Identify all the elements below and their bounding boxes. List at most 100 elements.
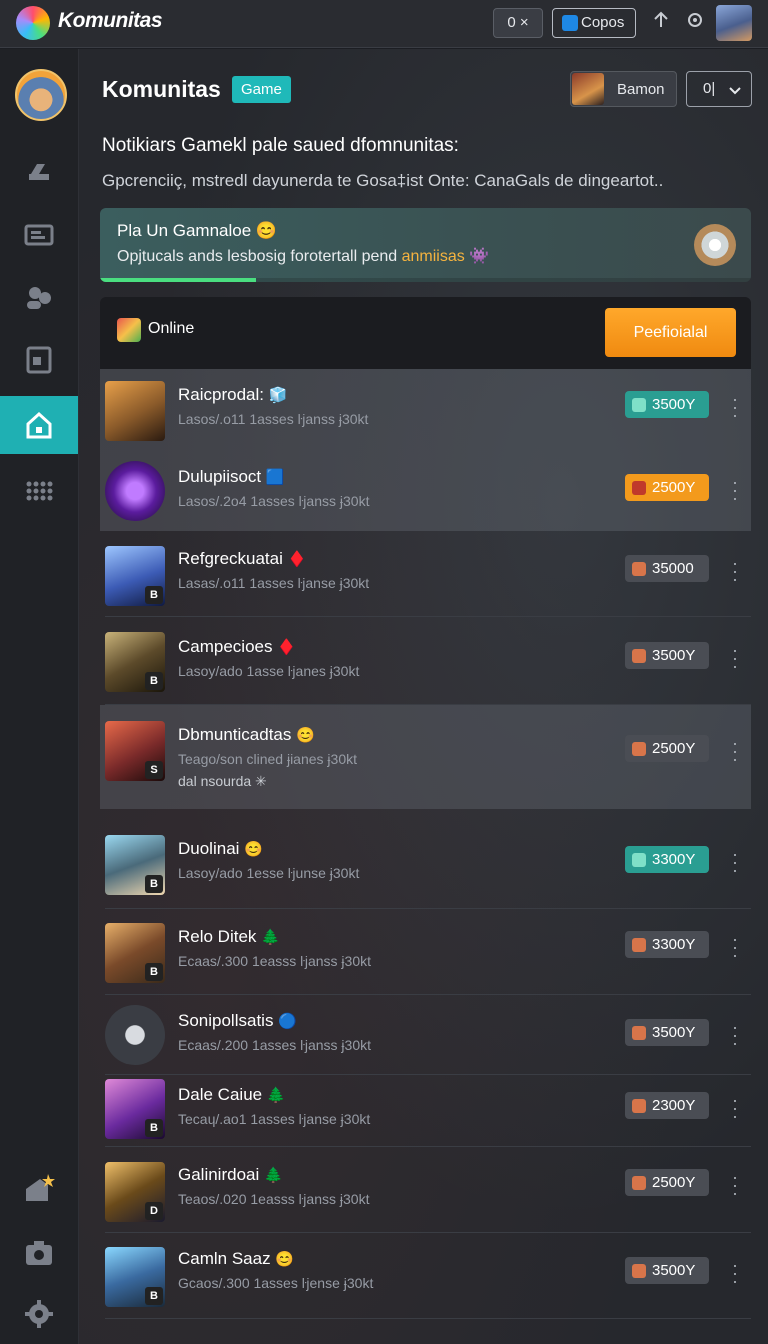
emoji-icon: 😊 bbox=[296, 727, 315, 744]
coin-icon bbox=[632, 562, 646, 576]
document-icon[interactable] bbox=[0, 331, 78, 389]
more-options-icon[interactable]: · · · bbox=[727, 641, 743, 675]
list-item[interactable]: D Galinirdoai 🌲 Teaos/.020 1easss ŀjanss… bbox=[100, 1147, 751, 1233]
grid-icon[interactable] bbox=[0, 461, 78, 519]
community-name: Sonipollsatis 🔵 bbox=[178, 1011, 297, 1030]
more-options-icon[interactable]: · · · bbox=[727, 554, 743, 588]
tools-icon[interactable] bbox=[0, 143, 78, 201]
community-thumbnail[interactable] bbox=[105, 381, 165, 441]
filter-select[interactable]: 0| bbox=[686, 71, 752, 107]
copos-button[interactable]: Copos bbox=[552, 8, 636, 38]
more-options-icon[interactable]: · · · bbox=[727, 845, 743, 879]
more-options-icon[interactable]: · · · bbox=[727, 473, 743, 507]
list-item[interactable]: S Dbmunticadtas 😊 Teago/son clined ɉiane… bbox=[100, 705, 751, 809]
list-item[interactable]: Sonipollsatis 🔵 Ecaas/.200 1asses ŀjanss… bbox=[100, 995, 751, 1075]
rank-badge: B bbox=[145, 963, 163, 981]
more-options-icon[interactable]: · · · bbox=[727, 1256, 743, 1290]
coin-icon bbox=[632, 481, 646, 495]
price-button[interactable]: 3500Y bbox=[625, 1019, 709, 1046]
more-options-icon[interactable]: · · · bbox=[727, 1018, 743, 1052]
community-name: Camln Saaz 😊 bbox=[178, 1249, 295, 1268]
upload-icon[interactable] bbox=[649, 10, 673, 34]
user-avatar[interactable] bbox=[716, 5, 752, 41]
page-title: Komunitas bbox=[102, 76, 221, 102]
community-meta: Lasos/.o11 1asses ŀjanss ɉ30kt bbox=[178, 411, 369, 427]
coin-icon bbox=[632, 1099, 646, 1113]
camera-icon[interactable] bbox=[0, 1224, 78, 1282]
price-button[interactable]: 3300Y bbox=[625, 846, 709, 873]
community-thumbnail[interactable]: B bbox=[105, 1247, 165, 1307]
rank-badge: D bbox=[145, 1202, 163, 1220]
emoji-icon: ♦️ bbox=[287, 551, 307, 568]
list-item[interactable]: B Duolinai 😊 Lasoy/ado 1esse ŀjunse ɉ30k… bbox=[100, 819, 751, 909]
community-meta: Lasos/.2o4 1asses ŀjanss ɉ30kt bbox=[178, 493, 370, 509]
community-thumbnail[interactable]: B bbox=[105, 1079, 165, 1139]
list-item[interactable]: B Relo Ditek 🌲 Ecaas/.300 1easss ŀjanss … bbox=[100, 909, 751, 995]
community-thumbnail[interactable] bbox=[105, 1005, 165, 1065]
user-chip[interactable]: Bamon bbox=[570, 71, 677, 107]
user-chip-avatar bbox=[572, 73, 604, 105]
emoji-icon: 🌲 bbox=[261, 929, 280, 946]
list-item[interactable]: B Refgreckuatai ♦️ Lasas/.o11 1asses ŀja… bbox=[100, 531, 751, 617]
counter-button[interactable]: 0 × bbox=[493, 8, 543, 38]
community-meta: Teago/son clined ɉianes ɉ30kt bbox=[178, 751, 358, 767]
game-badge[interactable]: Game bbox=[232, 76, 291, 103]
list-item[interactable]: Dulupiisoct 🟦 Lasos/.2o4 1asses ŀjanss ɉ… bbox=[100, 451, 751, 531]
more-options-icon[interactable]: · · · bbox=[727, 1168, 743, 1202]
emoji-icon: 😊 bbox=[275, 1251, 295, 1268]
price-button[interactable]: 3500Y bbox=[625, 1257, 709, 1284]
community-meta: Lasas/.o11 1asses ŀjanse ɉ30kt bbox=[178, 575, 370, 591]
rank-badge: B bbox=[145, 672, 163, 690]
community-thumbnail[interactable]: D bbox=[105, 1162, 165, 1222]
price-button[interactable]: 2500Y bbox=[625, 735, 709, 762]
subline: Gpcrenciiç, mstredl dayunerda te Gosa‡is… bbox=[102, 171, 664, 190]
settings-icon[interactable] bbox=[683, 10, 707, 34]
price-button[interactable]: 3500Y bbox=[625, 391, 709, 418]
community-thumbnail[interactable]: B bbox=[105, 923, 165, 983]
community-thumbnail[interactable] bbox=[105, 461, 165, 521]
promo-text: Opjtucals ands lesbosig forotertall pend… bbox=[117, 248, 490, 265]
online-panel: Online Peefioialal bbox=[100, 297, 751, 369]
logo-orb-icon bbox=[16, 6, 50, 40]
row-divider bbox=[105, 1318, 751, 1319]
price-button[interactable]: 3500Y bbox=[625, 642, 709, 669]
gear-icon[interactable] bbox=[0, 1285, 78, 1343]
emoji-icon: 🌲 bbox=[266, 1087, 286, 1104]
price-button[interactable]: 35000 bbox=[625, 555, 709, 582]
community-meta: Ecaas/.300 1easss ŀjanss ɉ30kt bbox=[178, 953, 372, 969]
promo-reward-icon[interactable] bbox=[694, 224, 736, 266]
price-button[interactable]: 2500Y bbox=[625, 474, 709, 501]
promo-progress-fill bbox=[100, 278, 257, 282]
list-item[interactable]: Raicprodal: 🧊 Lasos/.o11 1asses ŀjanss ɉ… bbox=[100, 369, 751, 451]
users-icon[interactable] bbox=[0, 268, 78, 326]
price-button[interactable]: 2500Y bbox=[625, 1169, 709, 1196]
community-name: Dbmunticadtas 😊 bbox=[178, 725, 315, 744]
community-name: Duolinai 😊 bbox=[178, 839, 263, 858]
profile-avatar[interactable] bbox=[15, 69, 67, 121]
price-button[interactable]: 3300Y bbox=[625, 931, 709, 958]
community-name: Raicprodal: 🧊 bbox=[178, 385, 288, 404]
more-options-icon[interactable]: · · · bbox=[727, 734, 743, 768]
list-item[interactable]: B Campecioes ♦️ Lasoy/ado 1asse ŀjanes ɉ… bbox=[100, 617, 751, 705]
more-options-icon[interactable]: · · · bbox=[727, 1091, 743, 1125]
community-thumbnail[interactable]: S bbox=[105, 721, 165, 781]
list-item[interactable]: B Dale Caiue 🌲 Tecaɥ/.ao1 1asses ŀjanse … bbox=[100, 1075, 751, 1147]
primary-action-button[interactable]: Peefioialal bbox=[605, 308, 736, 357]
community-thumbnail[interactable]: B bbox=[105, 546, 165, 606]
more-options-icon[interactable]: · · · bbox=[727, 930, 743, 964]
community-thumbnail[interactable]: B bbox=[105, 632, 165, 692]
house-star-icon[interactable] bbox=[0, 1159, 78, 1217]
community-thumbnail[interactable]: B bbox=[105, 835, 165, 895]
main-content: Komunitas Game Bamon 0| Notikiars Gamekl… bbox=[79, 49, 768, 1344]
community-name: Refgreckuatai ♦️ bbox=[178, 549, 307, 568]
community-name: Campecioes ♦️ bbox=[178, 637, 296, 656]
filter-select-value: 0| bbox=[703, 80, 716, 97]
more-options-icon[interactable]: · · · bbox=[727, 390, 743, 424]
community-meta: Lasoy/ado 1asse ŀjanes ɉ30kt bbox=[178, 663, 360, 679]
list-item[interactable]: B Camln Saaz 😊 Gcaos/.300 1asses ŀjense … bbox=[100, 1233, 751, 1319]
cards-icon[interactable] bbox=[0, 206, 78, 264]
promo-banner[interactable]: Pla Un Gamnaloe 😊 Opjtucals ands lesbosi… bbox=[100, 208, 751, 282]
chevron-down-icon bbox=[729, 72, 741, 106]
price-button[interactable]: 2300Y bbox=[625, 1092, 709, 1119]
home-icon[interactable] bbox=[0, 396, 78, 454]
